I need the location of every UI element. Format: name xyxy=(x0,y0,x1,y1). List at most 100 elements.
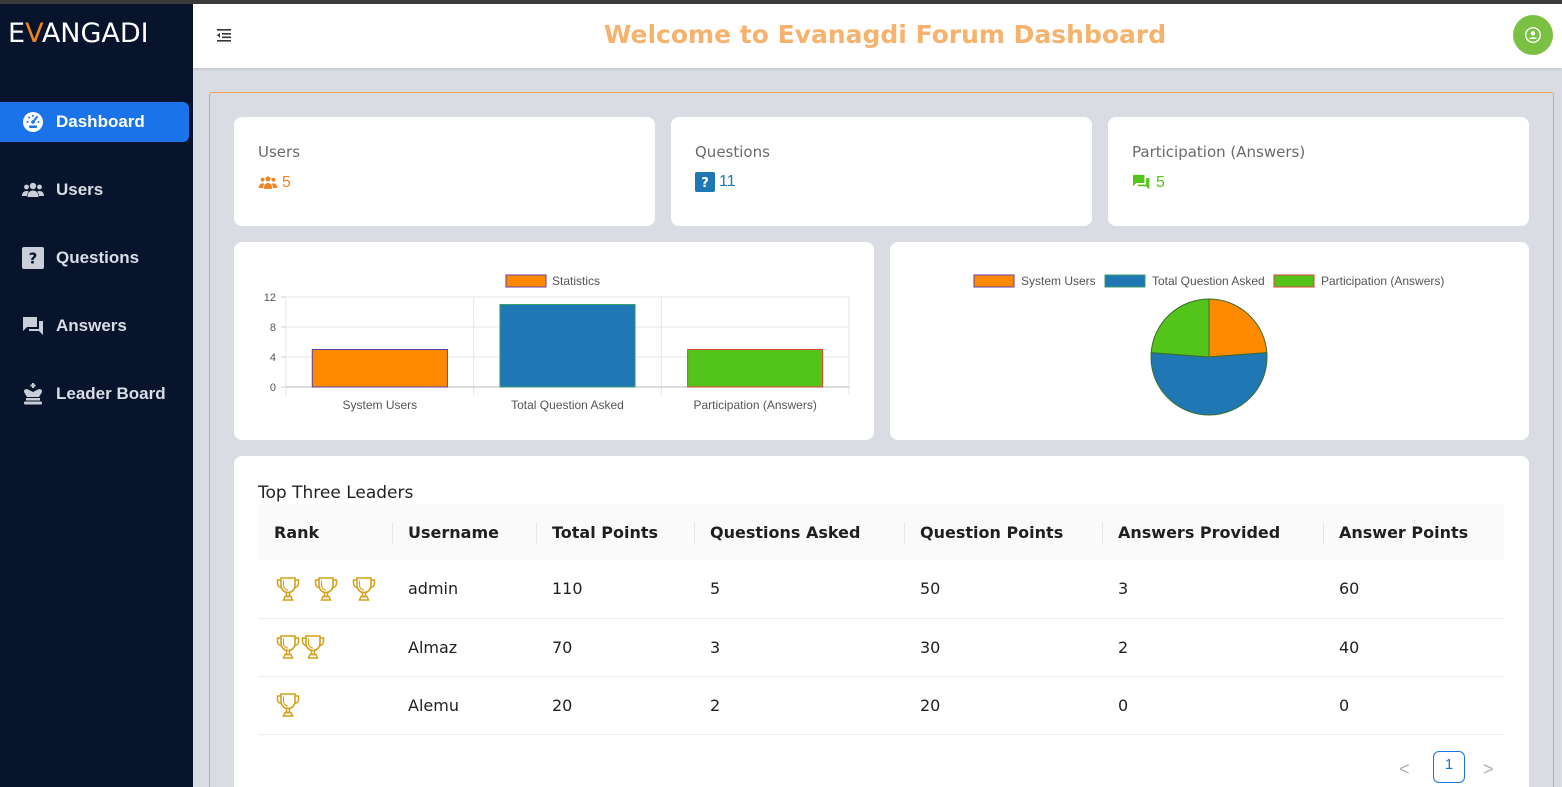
leaderboard-card: Top Three Leaders Rank Username Total Po… xyxy=(234,456,1529,787)
username-cell: Almaz xyxy=(392,618,536,677)
legend-swatch xyxy=(505,274,547,288)
stat-value-row: 5 xyxy=(258,174,291,192)
sidebar-item-label: Answers xyxy=(56,316,127,335)
legend-swatch xyxy=(1273,274,1315,288)
bar xyxy=(499,304,636,388)
bar-chart-card: Statistics 0 4 8 12 System Users Total Questio… xyxy=(234,242,874,440)
chart-legend: Statistics xyxy=(505,274,600,288)
logo[interactable]: EVANGADI xyxy=(8,18,149,49)
rank-cell xyxy=(258,560,392,619)
question-points-cell: 20 xyxy=(904,676,1102,735)
column-header-answers-provided[interactable]: Answers Provided xyxy=(1102,504,1323,560)
chart-legend: System Users Total Question Asked Particip… xyxy=(973,274,1444,288)
pie-chart-card: System Users Total Question Asked Particip… xyxy=(890,242,1529,440)
y-tick-label: 12 xyxy=(264,292,276,304)
trophy-group xyxy=(274,633,392,661)
user-avatar-icon xyxy=(1525,27,1541,43)
stat-value-row: 5 xyxy=(1132,174,1165,192)
sidebar-item-questions[interactable]: ? Questions xyxy=(0,238,189,278)
pie-slice xyxy=(1150,352,1268,416)
column-header-answer-points[interactable]: Answer Points xyxy=(1323,504,1504,560)
questions-count: 11 xyxy=(719,173,736,190)
sidebar: EVANGADI Dashboard Users ? Questions Ans… xyxy=(0,4,193,787)
stat-label: Participation (Answers) xyxy=(1132,143,1306,161)
chess-king-icon xyxy=(24,383,42,405)
sidebar-item-dashboard[interactable]: Dashboard xyxy=(0,102,189,142)
username-cell: admin xyxy=(392,560,536,619)
dashboard-gauge-icon xyxy=(23,112,43,132)
stat-value-row: ? 11 xyxy=(695,172,736,192)
users-stat-card: Users 5 xyxy=(234,117,655,226)
trophy-group xyxy=(274,691,392,719)
column-header-total-points[interactable]: Total Points xyxy=(536,504,694,560)
column-header-question-points[interactable]: Question Points xyxy=(904,504,1102,560)
question-points-cell: 30 xyxy=(904,618,1102,677)
rank-cell xyxy=(258,618,392,677)
trophy-group xyxy=(274,575,392,603)
column-header-rank[interactable]: Rank xyxy=(258,504,392,560)
bar-chart: Statistics 0 4 8 12 System Users Total Questio… xyxy=(264,274,850,412)
stat-label: Users xyxy=(258,143,301,161)
pagination-prev-button[interactable]: < xyxy=(1399,759,1410,780)
top-header: Welcome to Evanagdi Forum Dashboard xyxy=(193,4,1562,68)
column-header-username[interactable]: Username xyxy=(392,504,536,560)
pagination-next-button[interactable]: > xyxy=(1483,759,1494,780)
sidebar-item-leader-board[interactable]: Leader Board xyxy=(0,374,189,414)
legend-label: Total Question Asked xyxy=(1152,274,1265,288)
sidebar-item-label: Leader Board xyxy=(56,384,166,403)
x-tick-label: Total Question Asked xyxy=(511,398,624,412)
users-icon xyxy=(258,176,278,189)
trophy-icon xyxy=(276,635,300,659)
main-content: Users 5 Questions ? 11 Participation (An… xyxy=(209,92,1554,787)
rank-cell xyxy=(258,676,392,735)
questions-asked-cell: 3 xyxy=(694,618,904,677)
sidebar-item-users[interactable]: Users xyxy=(0,170,189,210)
trophy-icon xyxy=(276,576,300,601)
pagination-page-button[interactable]: 1 xyxy=(1433,751,1465,783)
sidebar-item-label: Questions xyxy=(56,248,140,267)
table-row[interactable]: Alemu 20 2 20 0 0 xyxy=(258,676,1504,735)
pie-slice xyxy=(1208,298,1268,358)
answer-points-cell: 60 xyxy=(1323,560,1504,619)
table-row[interactable]: admin 110 5 50 3 60 xyxy=(258,560,1504,619)
question-icon: ? xyxy=(22,247,44,269)
trophy-icon xyxy=(276,693,300,717)
questions-stat-card: Questions ? 11 xyxy=(671,117,1092,226)
avatar[interactable] xyxy=(1513,15,1553,55)
answer-points-cell: 40 xyxy=(1323,618,1504,677)
users-icon xyxy=(22,182,44,197)
trophy-icon xyxy=(314,576,338,601)
legend-label: Statistics xyxy=(552,274,600,288)
questions-asked-cell: 2 xyxy=(694,676,904,735)
sidebar-item-label: Dashboard xyxy=(56,112,145,131)
total-points-cell: 70 xyxy=(536,618,694,677)
legend-swatch xyxy=(1104,274,1146,288)
pie-chart: System Users Total Question Asked Particip… xyxy=(973,274,1444,416)
x-tick-label: System Users xyxy=(342,398,417,412)
window-top-border xyxy=(0,0,1562,4)
y-tick-label: 4 xyxy=(270,352,276,364)
leaderboard-title: Top Three Leaders xyxy=(258,483,414,503)
table-header-row: Rank Username Total Points Questions Ask… xyxy=(258,504,1504,560)
answers-chat-icon xyxy=(23,317,43,335)
stat-label: Questions xyxy=(695,143,770,161)
legend-label: Participation (Answers) xyxy=(1321,274,1444,288)
bar xyxy=(311,349,448,388)
svg-text:?: ? xyxy=(701,176,709,191)
leaderboard-table: Rank Username Total Points Questions Ask… xyxy=(258,504,1504,735)
participation-stat-card: Participation (Answers) 5 xyxy=(1108,117,1529,226)
username-cell: Alemu xyxy=(392,676,536,735)
legend-label: System Users xyxy=(1021,274,1096,288)
answers-chat-icon xyxy=(1133,174,1150,190)
table-row[interactable]: Almaz 70 3 30 2 40 xyxy=(258,618,1504,677)
answers-provided-cell: 2 xyxy=(1102,618,1323,677)
svg-text:?: ? xyxy=(29,250,38,268)
sidebar-item-answers[interactable]: Answers xyxy=(0,306,189,346)
answers-provided-cell: 3 xyxy=(1102,560,1323,619)
questions-asked-cell: 5 xyxy=(694,560,904,619)
participation-count: 5 xyxy=(1156,174,1165,191)
trophy-icon xyxy=(352,576,376,601)
legend-swatch xyxy=(973,274,1015,288)
total-points-cell: 110 xyxy=(536,560,694,619)
column-header-questions-asked[interactable]: Questions Asked xyxy=(694,504,904,560)
